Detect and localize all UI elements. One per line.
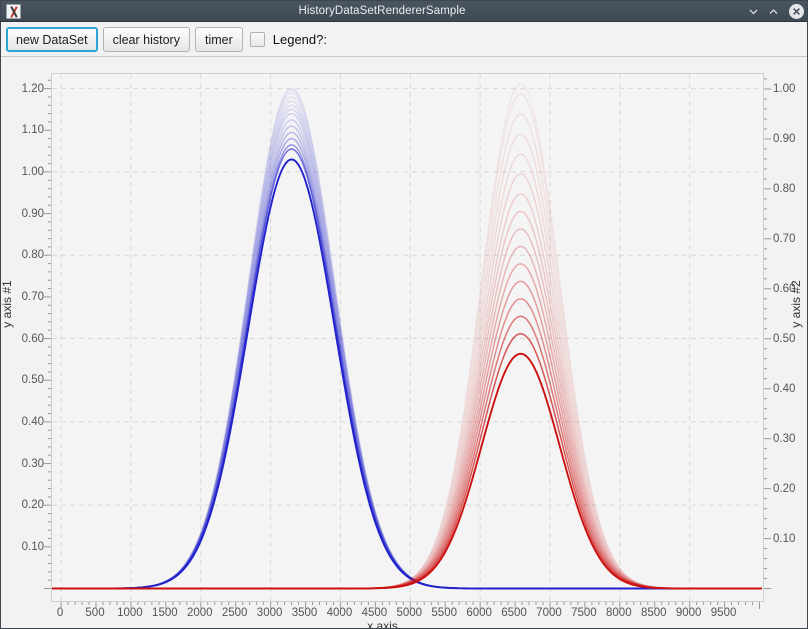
window-title: HistoryDataSetRendererSample (21, 5, 743, 17)
tick-label: 0.80 (22, 249, 44, 261)
tick-label: 9500 (711, 607, 737, 619)
tick-label: 1.20 (22, 83, 44, 95)
tick-label: 0.90 (22, 208, 44, 220)
timer-button[interactable]: timer (195, 27, 243, 52)
tick-label: 0.50 (22, 374, 44, 386)
tick-label: 0.10 (773, 533, 795, 545)
legend-checkbox[interactable] (250, 32, 265, 47)
tick-label: 3500 (292, 607, 318, 619)
tick-label: 3000 (257, 607, 283, 619)
tick-label: 8500 (641, 607, 667, 619)
minimize-button[interactable] (743, 1, 763, 22)
tick-label: 1500 (152, 607, 178, 619)
toolbar: new DataSet clear history timer Legend?: (1, 23, 808, 57)
close-icon (789, 4, 804, 19)
tick-label: 500 (85, 607, 104, 619)
tick-label: 5500 (431, 607, 457, 619)
tick-label: 0.20 (773, 483, 795, 495)
maximize-button[interactable] (763, 1, 783, 22)
tick-label: 5000 (396, 607, 422, 619)
tick-label: 0.70 (773, 233, 795, 245)
close-button[interactable] (783, 1, 808, 22)
plot-canvas[interactable] (51, 73, 764, 602)
legend-label: Legend?: (273, 32, 327, 47)
tick-label: 0.90 (773, 133, 795, 145)
tick-label: 2500 (222, 607, 248, 619)
tick-label: 1.00 (22, 166, 44, 178)
title-bar: HistoryDataSetRendererSample (1, 1, 808, 22)
tick-label: 0.30 (22, 458, 44, 470)
chevron-down-icon (747, 5, 760, 18)
y-axis-2-title: y axis #2 (789, 264, 803, 344)
tick-label: 6000 (466, 607, 492, 619)
tick-label: 1.10 (22, 124, 44, 136)
clear-history-button[interactable]: clear history (103, 27, 190, 52)
tick-label: 2000 (187, 607, 213, 619)
app-icon (6, 4, 21, 19)
application-window: HistoryDataSetRendererSample new DataSet… (0, 0, 808, 629)
tick-label: 9000 (676, 607, 702, 619)
tick-label: 0.40 (22, 416, 44, 428)
tick-label: 0.70 (22, 291, 44, 303)
tick-label: 4000 (327, 607, 353, 619)
tick-label: 0.10 (22, 541, 44, 553)
tick-label: 0.30 (773, 433, 795, 445)
plot-svg (52, 74, 763, 601)
tick-label: 0.80 (773, 183, 795, 195)
chevron-up-icon (767, 5, 780, 18)
tick-label: 7500 (571, 607, 597, 619)
new-dataset-button[interactable]: new DataSet (6, 27, 98, 52)
tick-label: 0.60 (22, 333, 44, 345)
tick-label: 1.00 (773, 83, 795, 95)
x-axis-title: x axis (1, 619, 764, 629)
tick-label: 0 (57, 607, 63, 619)
tick-label: 7000 (536, 607, 562, 619)
tick-label: 1000 (117, 607, 143, 619)
tick-label: 4500 (362, 607, 388, 619)
tick-label: 8000 (606, 607, 632, 619)
y-axis-1-title: y axis #1 (0, 264, 14, 344)
tick-label: 0.20 (22, 499, 44, 511)
chart-area (1, 57, 808, 629)
tick-label: 6500 (501, 607, 527, 619)
tick-label: 0.40 (773, 383, 795, 395)
